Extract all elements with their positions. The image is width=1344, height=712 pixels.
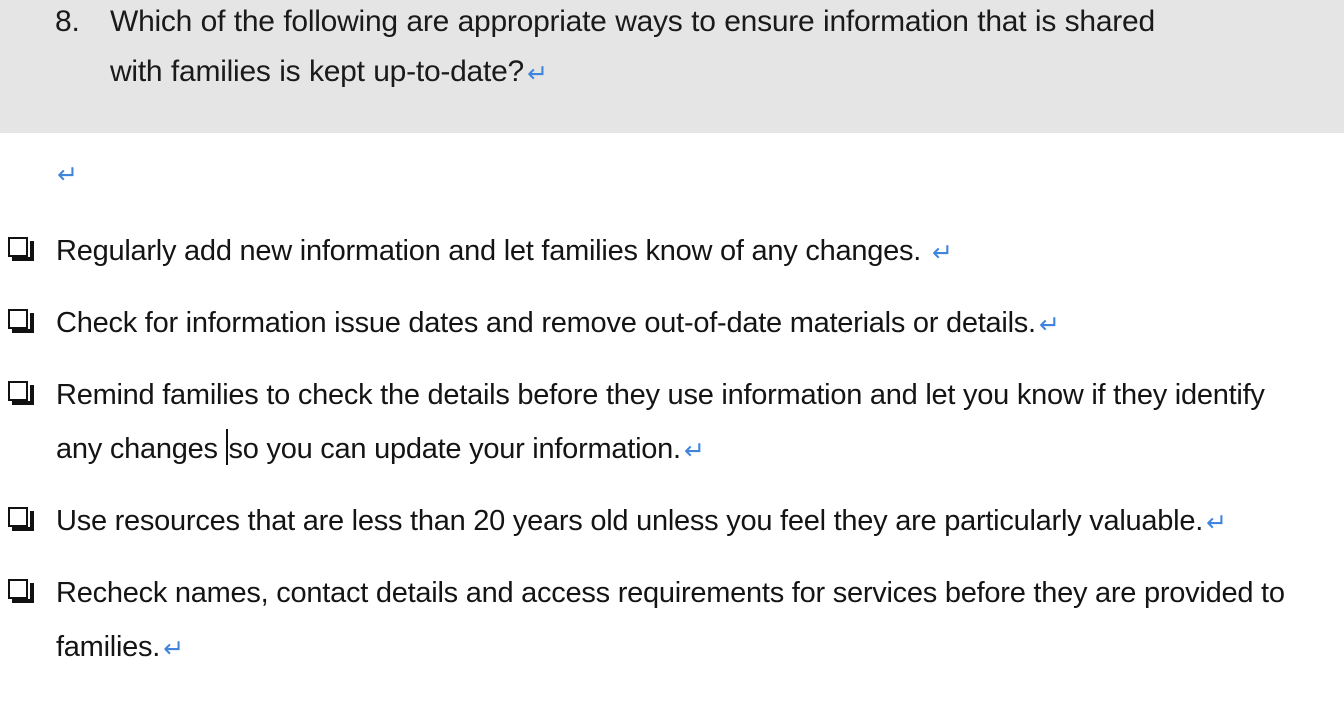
checkbox-cell[interactable] bbox=[0, 296, 56, 342]
paragraph-mark-icon: ↵ bbox=[931, 238, 953, 267]
checkbox-icon[interactable] bbox=[8, 237, 34, 261]
option-text: Remind families to check the details bef… bbox=[56, 368, 1316, 476]
list-item[interactable]: Recheck names, contact details and acces… bbox=[0, 566, 1344, 674]
document-page: 8. Which of the following are appropriat… bbox=[0, 0, 1344, 712]
option-text: Recheck names, contact details and acces… bbox=[56, 566, 1326, 674]
paragraph-mark-icon: ↵ bbox=[526, 59, 548, 88]
question-line-2-wrapper: with families is kept up-to-date? ↵ bbox=[110, 47, 1335, 97]
paragraph-mark-icon: ↵ bbox=[163, 634, 184, 663]
checkbox-icon[interactable] bbox=[8, 507, 34, 531]
question-line-1: Which of the following are appropriate w… bbox=[110, 5, 1155, 38]
question-block: 8. Which of the following are appropriat… bbox=[55, 0, 1335, 97]
paragraph-mark-icon: ↵ bbox=[1038, 310, 1060, 339]
list-item[interactable]: Regularly add new information and let fa… bbox=[0, 224, 1344, 278]
checkbox-cell[interactable] bbox=[0, 566, 56, 612]
empty-paragraph-mark-icon: ↵ bbox=[57, 160, 78, 189]
question-line-2: with families is kept up-to-date? bbox=[110, 55, 524, 88]
checkbox-cell[interactable] bbox=[0, 224, 56, 270]
paragraph-mark-icon: ↵ bbox=[683, 436, 705, 465]
question-text: Which of the following are appropriate w… bbox=[110, 0, 1335, 97]
list-item[interactable]: Use resources that are less than 20 year… bbox=[0, 494, 1344, 548]
option-label-after-caret: so you can update your information. bbox=[228, 433, 682, 465]
option-label: Use resources that are less than 20 year… bbox=[56, 505, 1204, 537]
option-text: Use resources that are less than 20 year… bbox=[56, 494, 1281, 548]
checkbox-icon[interactable] bbox=[8, 309, 34, 333]
option-label: Recheck names, contact details and acces… bbox=[56, 577, 1285, 663]
option-label: Check for information issue dates and re… bbox=[56, 307, 1036, 339]
text-cursor-caret bbox=[225, 429, 228, 465]
checkbox-cell[interactable] bbox=[0, 368, 56, 414]
list-item[interactable]: Remind families to check the details bef… bbox=[0, 368, 1344, 476]
option-label: Regularly add new information and let fa… bbox=[56, 235, 929, 267]
option-text: Regularly add new information and let fa… bbox=[56, 224, 1166, 278]
option-text: Check for information issue dates and re… bbox=[56, 296, 1296, 350]
checkbox-cell[interactable] bbox=[0, 494, 56, 540]
paragraph-mark-icon: ↵ bbox=[1206, 508, 1227, 537]
checkbox-options-list: Regularly add new information and let fa… bbox=[0, 224, 1344, 692]
checkbox-icon[interactable] bbox=[8, 381, 34, 405]
list-item[interactable]: Check for information issue dates and re… bbox=[0, 296, 1344, 350]
question-number: 8. bbox=[55, 5, 80, 38]
checkbox-icon[interactable] bbox=[8, 579, 34, 603]
